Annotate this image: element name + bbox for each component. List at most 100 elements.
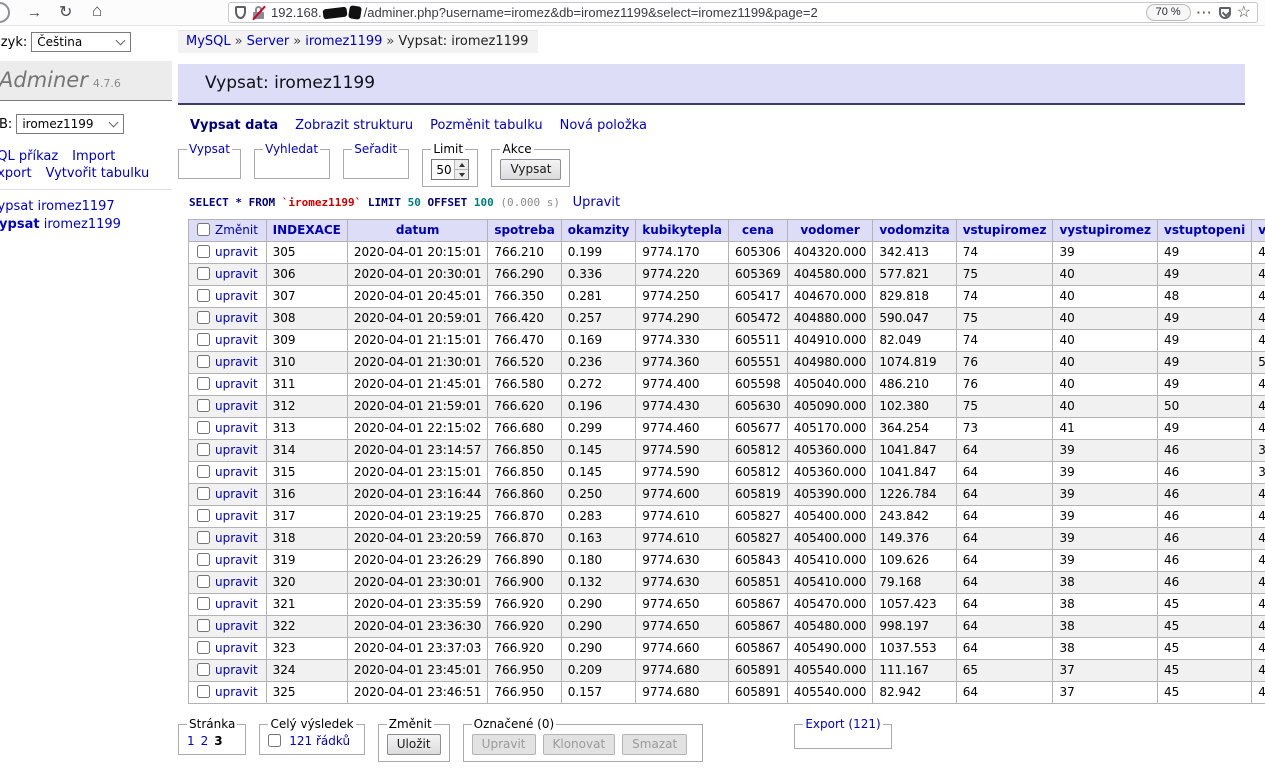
- column-sort-link-okamzity[interactable]: okamzity: [568, 223, 629, 237]
- row-checkbox[interactable]: [197, 487, 210, 500]
- row-checkbox[interactable]: [197, 597, 210, 610]
- row-checkbox[interactable]: [197, 465, 210, 478]
- selected-klonovat-button[interactable]: Klonovat: [543, 734, 616, 755]
- row-edit-link[interactable]: upravit: [215, 377, 258, 391]
- row-edit-link[interactable]: upravit: [215, 553, 258, 567]
- sidebar-link-vytvo-it-tabulku[interactable]: Vytvořit tabulku: [46, 166, 150, 181]
- pocket-icon[interactable]: [1219, 7, 1231, 19]
- column-sort-link-vstupiromez[interactable]: vstupiromez: [963, 223, 1047, 237]
- fieldset-select-toggle[interactable]: Vypsat: [189, 142, 230, 156]
- column-sort-link-INDEXACE[interactable]: INDEXACE: [273, 223, 341, 237]
- reload-icon[interactable]: ↻: [59, 2, 72, 23]
- row-checkbox[interactable]: [197, 553, 210, 566]
- row-edit-link[interactable]: upravit: [215, 685, 258, 699]
- row-checkbox[interactable]: [197, 377, 210, 390]
- breadcrumb-link-server[interactable]: Server: [247, 34, 290, 49]
- tab-nov-polo-ka[interactable]: Nová položka: [560, 118, 647, 133]
- whole-result-checkbox[interactable]: [268, 734, 281, 747]
- row-edit-link[interactable]: upravit: [215, 663, 258, 677]
- limit-spinner[interactable]: [454, 160, 468, 179]
- page-actions-icon[interactable]: ···: [1197, 5, 1213, 20]
- tab-pozm-nit-tabulku[interactable]: Pozměnit tabulku: [430, 118, 542, 133]
- sidebar-link-import[interactable]: Import: [72, 149, 115, 164]
- row-checkbox[interactable]: [197, 289, 210, 302]
- back-icon[interactable]: [0, 2, 10, 23]
- sidebar-table-select-iromez1197[interactable]: Vypsat: [0, 199, 33, 214]
- column-sort-link-vstuptopeni[interactable]: vstuptopeni: [1164, 223, 1245, 237]
- sidebar-table-select-iromez1199[interactable]: Vypsat: [0, 217, 40, 232]
- forward-icon[interactable]: →: [27, 2, 42, 23]
- row-checkbox[interactable]: [197, 311, 210, 324]
- spin-down-icon[interactable]: [455, 169, 468, 179]
- column-sort-link-vodomzita[interactable]: vodomzita: [879, 223, 949, 237]
- spin-up-icon[interactable]: [455, 160, 468, 169]
- select-all-checkbox[interactable]: [197, 223, 210, 236]
- row-edit-link[interactable]: upravit: [215, 399, 258, 413]
- zoom-level-badge[interactable]: 70 %: [1146, 4, 1191, 21]
- column-sort-link-vodomer[interactable]: vodomer: [800, 223, 859, 237]
- row-edit-link[interactable]: upravit: [215, 289, 258, 303]
- row-edit-link[interactable]: upravit: [215, 421, 258, 435]
- export-link[interactable]: Export (121): [805, 717, 880, 731]
- sidebar-link-sql-p-kaz[interactable]: SQL příkaz: [0, 149, 58, 164]
- url-text[interactable]: 192.168. /adminer.php?username=iromez&db…: [271, 5, 1140, 20]
- language-select[interactable]: Čeština: [31, 32, 131, 52]
- column-sort-link-vystupiromez[interactable]: vystupiromez: [1059, 223, 1151, 237]
- whole-result-link[interactable]: 121 řádků: [289, 734, 350, 748]
- row-edit-link[interactable]: upravit: [215, 619, 258, 633]
- row-edit-link[interactable]: upravit: [215, 641, 258, 655]
- row-checkbox[interactable]: [197, 509, 210, 522]
- row-checkbox[interactable]: [197, 421, 210, 434]
- row-checkbox[interactable]: [197, 531, 210, 544]
- row-edit-link[interactable]: upravit: [215, 597, 258, 611]
- selected-smazat-button[interactable]: Smazat: [622, 734, 687, 755]
- home-icon[interactable]: ⌂: [92, 0, 102, 21]
- column-sort-link-spotreba[interactable]: spotreba: [494, 223, 554, 237]
- row-checkbox[interactable]: [197, 641, 210, 654]
- fieldset-search-toggle[interactable]: Vyhledat: [265, 142, 318, 156]
- selected-upravit-button[interactable]: Upravit: [472, 734, 536, 755]
- column-sort-link-datum[interactable]: datum: [396, 223, 439, 237]
- row-checkbox[interactable]: [197, 333, 210, 346]
- row-checkbox[interactable]: [197, 663, 210, 676]
- row-edit-link[interactable]: upravit: [215, 311, 258, 325]
- sidebar-table-iromez1197[interactable]: iromez1197: [37, 199, 114, 214]
- save-button[interactable]: Uložit: [387, 734, 441, 755]
- row-edit-link[interactable]: upravit: [215, 487, 258, 501]
- row-checkbox[interactable]: [197, 575, 210, 588]
- tab-vypsat-data[interactable]: Vypsat data: [190, 118, 278, 133]
- fieldset-sort-toggle[interactable]: Seřadit: [354, 142, 397, 156]
- sidebar-table-iromez1199[interactable]: iromez1199: [44, 217, 121, 232]
- page-link-2[interactable]: 2: [201, 734, 209, 748]
- column-sort-link-cena[interactable]: cena: [742, 223, 774, 237]
- tab-zobrazit-strukturu[interactable]: Zobrazit strukturu: [295, 118, 413, 133]
- modify-all-link[interactable]: Změnit: [215, 223, 258, 237]
- row-checkbox[interactable]: [197, 267, 210, 280]
- tracking-protection-icon[interactable]: [235, 6, 246, 19]
- page-link-1[interactable]: 1: [187, 734, 195, 748]
- row-edit-link[interactable]: upravit: [215, 531, 258, 545]
- row-edit-link[interactable]: upravit: [215, 575, 258, 589]
- row-checkbox[interactable]: [197, 399, 210, 412]
- row-checkbox[interactable]: [197, 685, 210, 698]
- breadcrumb-link-iromez1199[interactable]: iromez1199: [305, 34, 382, 49]
- sidebar-link-export[interactable]: Export: [0, 166, 32, 181]
- db-select[interactable]: iromez1199: [16, 114, 124, 134]
- row-edit-link[interactable]: upravit: [215, 333, 258, 347]
- column-sort-link-vystuptopeni[interactable]: vystuptopeni: [1258, 223, 1265, 237]
- row-edit-link[interactable]: upravit: [215, 267, 258, 281]
- row-checkbox[interactable]: [197, 443, 210, 456]
- column-sort-link-kubikytepla[interactable]: kubikytepla: [642, 223, 722, 237]
- row-edit-link[interactable]: upravit: [215, 245, 258, 259]
- row-edit-link[interactable]: upravit: [215, 509, 258, 523]
- select-submit-button[interactable]: Vypsat: [500, 159, 561, 180]
- breadcrumb-link-mysql[interactable]: MySQL: [186, 34, 231, 49]
- row-edit-link[interactable]: upravit: [215, 443, 258, 457]
- row-edit-link[interactable]: upravit: [215, 465, 258, 479]
- row-checkbox[interactable]: [197, 355, 210, 368]
- row-edit-link[interactable]: upravit: [215, 355, 258, 369]
- row-checkbox[interactable]: [197, 619, 210, 632]
- limit-input[interactable]: 50: [431, 159, 469, 180]
- bookmark-star-icon[interactable]: ☆: [1237, 5, 1251, 21]
- edit-query-link[interactable]: Upravit: [573, 195, 620, 210]
